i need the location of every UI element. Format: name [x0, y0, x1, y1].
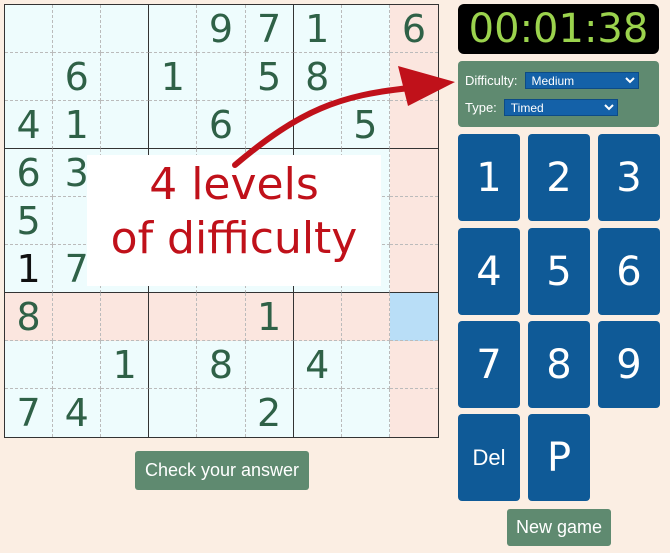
key-7[interactable]: 7 [458, 321, 520, 408]
sudoku-cell[interactable] [341, 389, 390, 437]
key-3[interactable]: 3 [598, 134, 660, 221]
sudoku-cell[interactable] [341, 341, 390, 389]
sudoku-cell[interactable]: 6 [197, 101, 246, 149]
sudoku-cell[interactable] [341, 293, 390, 341]
difficulty-row: Difficulty: Medium [465, 72, 639, 89]
sudoku-cell[interactable] [389, 101, 438, 149]
sudoku-cell[interactable]: 2 [245, 389, 294, 437]
sudoku-cell[interactable] [389, 389, 438, 437]
sudoku-cell[interactable]: 7 [5, 389, 54, 437]
delete-key[interactable]: Del [458, 414, 520, 501]
key-4[interactable]: 4 [458, 228, 520, 315]
sudoku-cell[interactable]: 9 [197, 5, 246, 53]
sudoku-cell[interactable] [101, 389, 150, 437]
sudoku-cell[interactable] [197, 53, 246, 101]
sudoku-cell[interactable]: 6 [5, 149, 54, 197]
sudoku-cell[interactable] [293, 101, 342, 149]
sudoku-cell[interactable]: 4 [5, 101, 54, 149]
key-1[interactable]: 1 [458, 134, 520, 221]
key-8[interactable]: 8 [528, 321, 590, 408]
sudoku-cell[interactable] [5, 341, 54, 389]
sudoku-cell[interactable] [149, 5, 198, 53]
sudoku-cell[interactable] [5, 53, 54, 101]
sudoku-cell[interactable] [101, 53, 150, 101]
sudoku-cell[interactable] [197, 293, 246, 341]
sudoku-cell[interactable] [149, 341, 198, 389]
sudoku-cell[interactable] [197, 389, 246, 437]
sudoku-cell[interactable] [245, 101, 294, 149]
sudoku-cell[interactable]: 7 [245, 5, 294, 53]
sudoku-cell[interactable]: 4 [53, 389, 102, 437]
difficulty-label: Difficulty: [465, 73, 518, 88]
key-2[interactable]: 2 [528, 134, 590, 221]
type-row: Type: Timed [465, 99, 618, 116]
sudoku-cell[interactable] [389, 53, 438, 101]
game-timer: 00:01:38 [458, 4, 659, 54]
check-answer-button[interactable]: Check your answer [135, 451, 309, 490]
sudoku-cell[interactable] [389, 341, 438, 389]
promo-text: 4 levels of difficulty [110, 159, 358, 264]
sudoku-cell[interactable] [101, 293, 150, 341]
sudoku-cell[interactable] [341, 5, 390, 53]
sudoku-cell[interactable]: 1 [5, 245, 54, 293]
sudoku-cell[interactable] [293, 293, 342, 341]
difficulty-select[interactable]: Medium [524, 72, 639, 89]
sudoku-cell[interactable] [389, 245, 438, 293]
type-select[interactable]: Timed [503, 99, 618, 116]
sudoku-cell[interactable] [389, 293, 438, 341]
sudoku-cell[interactable]: 4 [293, 341, 342, 389]
sudoku-cell[interactable] [149, 293, 198, 341]
sudoku-cell[interactable] [389, 197, 438, 245]
sudoku-cell[interactable]: 8 [293, 53, 342, 101]
settings-panel: Difficulty: Medium Type: Timed [458, 61, 659, 127]
key-5[interactable]: 5 [528, 228, 590, 315]
key-6[interactable]: 6 [598, 228, 660, 315]
sudoku-cell[interactable] [101, 5, 150, 53]
sudoku-cell[interactable]: 1 [53, 101, 102, 149]
key-9[interactable]: 9 [598, 321, 660, 408]
sudoku-cell[interactable] [389, 149, 438, 197]
pencil-key[interactable]: P [528, 414, 590, 501]
sudoku-cell[interactable]: 6 [53, 53, 102, 101]
sudoku-cell[interactable]: 8 [5, 293, 54, 341]
sudoku-cell[interactable] [341, 53, 390, 101]
type-label: Type: [465, 100, 497, 115]
sudoku-cell[interactable]: 5 [5, 197, 54, 245]
sudoku-cell[interactable]: 1 [149, 53, 198, 101]
sudoku-cell[interactable]: 8 [197, 341, 246, 389]
sudoku-cell[interactable] [53, 5, 102, 53]
sudoku-cell[interactable]: 1 [101, 341, 150, 389]
sudoku-cell[interactable]: 1 [293, 5, 342, 53]
sudoku-cell[interactable]: 6 [389, 5, 438, 53]
sudoku-cell[interactable] [53, 341, 102, 389]
sudoku-cell[interactable] [149, 101, 198, 149]
sudoku-cell[interactable] [5, 5, 54, 53]
sudoku-cell[interactable] [149, 389, 198, 437]
sudoku-cell[interactable]: 5 [341, 101, 390, 149]
sudoku-cell[interactable]: 5 [245, 53, 294, 101]
sudoku-cell[interactable] [53, 293, 102, 341]
sudoku-cell[interactable]: 1 [245, 293, 294, 341]
sudoku-cell[interactable] [101, 101, 150, 149]
new-game-button[interactable]: New game [507, 509, 611, 546]
sudoku-cell[interactable] [245, 341, 294, 389]
sudoku-cell[interactable] [293, 389, 342, 437]
